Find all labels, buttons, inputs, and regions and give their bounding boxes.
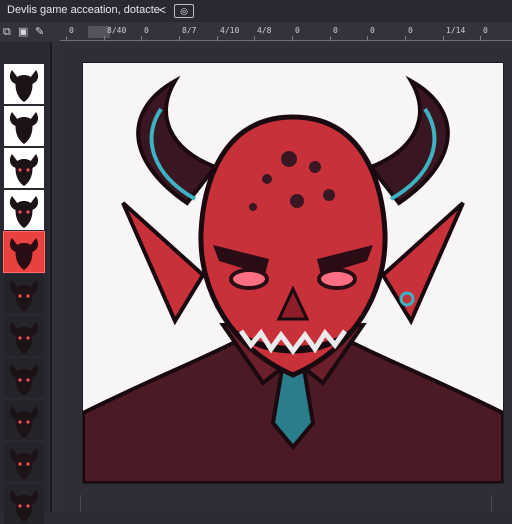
left-ear [121,201,206,326]
layer-thumbnail[interactable] [4,316,44,356]
ruler-label: 0 [333,26,338,35]
ruler-tick [443,36,444,41]
doc-edge-right [491,495,492,512]
brush-icon[interactable]: ✎ [35,25,44,39]
right-ear [380,201,465,326]
layer-thumbnail[interactable] [4,274,44,314]
layer-thumbnail[interactable] [4,64,44,104]
ruler-tick [217,36,218,41]
ruler-tick [254,36,255,41]
status-bar [60,495,512,512]
ruler-label: 0 [295,26,300,35]
ruler-tick [367,36,368,41]
devil-illustration [81,75,505,485]
ruler-label: 0 [144,26,149,35]
spot [323,189,335,201]
ruler-tick [104,36,105,41]
layer-thumbnail[interactable] [4,106,44,146]
devil-silhouette-icon [9,490,39,522]
doc-edge-left [80,495,81,512]
devil-silhouette-icon [9,364,39,396]
chevron-left-icon[interactable]: < [159,3,166,17]
canvas-area[interactable] [60,42,512,512]
devil-silhouette-icon [9,70,39,102]
horizontal-ruler: 0 8/40 0 8/7 4/10 4/8 0 0 0 0 1/14 0 [60,25,512,41]
ruler-label: 8/7 [182,26,197,35]
artboard[interactable] [81,62,505,485]
spot [249,203,257,211]
spot [262,174,272,184]
ruler-tick [405,36,406,41]
layer-thumbnail[interactable] [4,148,44,188]
spot [290,194,304,208]
ruler-tick [66,36,67,41]
image-icon[interactable]: ▣ [18,25,28,39]
devil-silhouette-icon [9,196,39,228]
ruler-label: 1/14 [446,26,466,35]
layers-icon[interactable]: ⧉ [3,25,11,39]
window-title: Devlis game acceation, dotacte [7,4,160,16]
ruler-label: 0 [408,26,413,35]
view-toggle-button[interactable]: ◎ [174,4,194,18]
layer-thumbnail[interactable] [4,358,44,398]
spot [309,161,321,173]
right-eye [317,268,357,290]
ruler-tick [480,36,481,41]
ruler-label: 8/40 [107,26,127,35]
devil-silhouette-icon [9,280,39,312]
ruler-tick [179,36,180,41]
devil-silhouette-icon [9,406,39,438]
ruler-label: 0 [483,26,488,35]
devil-silhouette-icon [9,448,39,480]
ruler-label: 0 [69,26,74,35]
ruler-label: 4/10 [220,26,240,35]
layer-thumbnail[interactable] [4,442,44,482]
ruler-tick [141,36,142,41]
layers-panel [0,42,50,524]
devil-silhouette-icon [9,238,39,270]
devil-silhouette-icon [9,154,39,186]
spot [281,151,297,167]
ruler-baseline [60,40,512,41]
left-eye [229,268,269,290]
ruler-tick [292,36,293,41]
devil-silhouette-icon [9,322,39,354]
layer-thumbnail[interactable] [4,190,44,230]
layer-thumbnail[interactable] [3,231,45,273]
layer-thumbnail[interactable] [4,484,44,524]
ruler-tick [330,36,331,41]
ruler-label: 0 [370,26,375,35]
title-bar: Devlis game acceation, dotacte < ◎ [0,0,512,23]
ruler-label: 4/8 [257,26,272,35]
devil-silhouette-icon [9,112,39,144]
layer-thumbnail[interactable] [4,400,44,440]
